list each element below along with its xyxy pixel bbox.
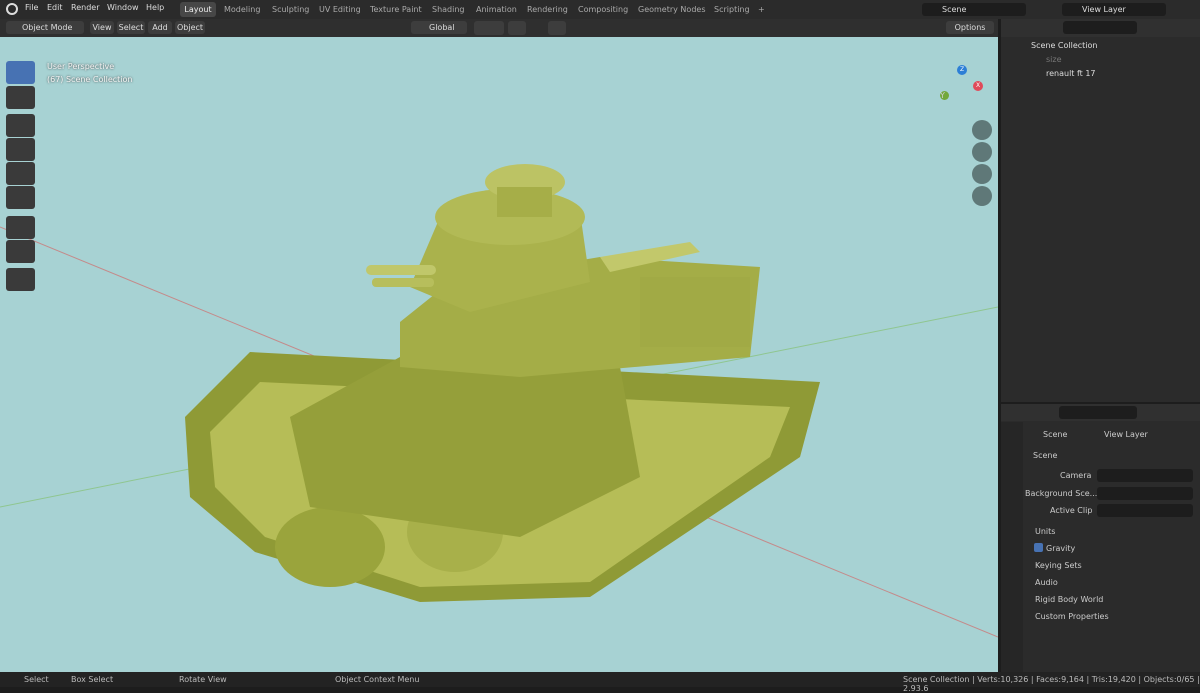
3d-viewport[interactable]: User Perspective (67) Scene Collection Z… [0,37,998,672]
zoom-icon[interactable] [972,120,992,140]
snap-icon[interactable] [508,21,526,35]
background-scene-label: Background Sce... [1025,489,1098,498]
outliner-item-renault[interactable]: renault ft 17 [1046,69,1096,78]
gravity-checkbox[interactable] [1034,543,1043,552]
units-section[interactable]: Units [1035,527,1055,536]
outliner-panel: Scene Collection size renault ft 17 [1001,19,1200,402]
menu-window[interactable]: Window [107,3,139,12]
blender-logo-icon[interactable] [6,3,18,15]
tab-geometry-nodes[interactable]: Geometry Nodes [634,2,709,17]
background-scene-field[interactable] [1097,487,1193,500]
cursor-tool-icon[interactable] [6,86,35,109]
tab-animation[interactable]: Animation [472,2,521,17]
active-clip-label: Active Clip [1050,506,1093,515]
active-clip-field[interactable] [1097,504,1193,517]
transform-tool-icon[interactable] [6,186,35,209]
status-stats: Scene Collection | Verts:10,326 | Faces:… [903,675,1200,693]
collection-label: (67) Scene Collection [47,75,133,84]
audio-section[interactable]: Audio [1035,578,1058,587]
keying-sets-section[interactable]: Keying Sets [1035,561,1082,570]
status-bar: Select Box Select Rotate View Object Con… [0,672,1200,693]
add-menu[interactable]: Add [148,21,172,34]
options-dropdown[interactable]: Options [946,21,994,34]
object-menu[interactable]: Object [175,21,205,34]
move-tool-icon[interactable] [6,114,35,137]
perspective-label: User Perspective [47,62,115,71]
viewport-header: Object Mode View Select Add Object Globa… [0,19,998,37]
status-rotate-view: Rotate View [179,675,227,684]
properties-tabs [1001,422,1023,672]
tab-compositing[interactable]: Compositing [574,2,632,17]
tab-texture-paint[interactable]: Texture Paint [366,2,426,17]
tab-uv-editing[interactable]: UV Editing [315,2,365,17]
camera-label: Camera [1060,471,1092,480]
tab-rendering[interactable]: Rendering [523,2,572,17]
properties-search-input[interactable] [1059,406,1137,419]
viewport-canvas [0,164,998,638]
mode-dropdown[interactable]: Object Mode [6,21,84,34]
select-menu[interactable]: Select [117,21,145,34]
rigid-body-world-section[interactable]: Rigid Body World [1035,595,1103,604]
tab-sculpting[interactable]: Sculpting [268,2,313,17]
view-layer-selector[interactable]: View Layer [1062,3,1166,16]
tab-modeling[interactable]: Modeling [220,2,264,17]
camera-view-icon[interactable] [972,164,992,184]
proportional-icon[interactable] [548,21,566,35]
menu-file[interactable]: File [25,3,38,12]
measure-tool-icon[interactable] [6,240,35,263]
scene-section-header[interactable]: Scene [1033,451,1057,460]
ortho-grid-icon[interactable] [972,186,992,206]
status-box-select: Box Select [71,675,114,684]
add-cube-tool-icon[interactable] [6,268,35,291]
menu-edit[interactable]: Edit [47,3,63,12]
status-select: Select [24,675,49,684]
rotate-tool-icon[interactable] [6,138,35,161]
properties-header [1001,404,1200,421]
menu-render[interactable]: Render [71,3,99,12]
navigation-gizmo[interactable]: Z X Y [935,62,990,117]
status-context-menu: Object Context Menu [335,675,420,684]
tab-layout[interactable]: Layout [180,2,216,17]
camera-field[interactable] [1097,469,1193,482]
outliner-scene-collection[interactable]: Scene Collection [1031,41,1098,50]
tab-scene-props[interactable]: Scene [1043,430,1067,439]
outliner-search-input[interactable] [1063,21,1137,34]
select-tool-icon[interactable] [6,61,35,84]
add-workspace-button[interactable]: + [754,2,769,17]
menu-help[interactable]: Help [146,3,164,12]
top-bar: File Edit Render Window Help Layout Mode… [0,0,1200,19]
tank-model [185,164,820,602]
scale-tool-icon[interactable] [6,162,35,185]
outliner-header [1001,19,1200,37]
tab-scripting[interactable]: Scripting [710,2,754,17]
transform-orientation[interactable]: Global [411,21,467,34]
gravity-section[interactable]: Gravity [1046,544,1075,553]
pivot-icon[interactable] [474,21,504,35]
tab-shading[interactable]: Shading [428,2,469,17]
outliner-item-size[interactable]: size [1046,55,1062,64]
properties-panel [1001,404,1200,672]
pan-hand-icon[interactable] [972,142,992,162]
tab-view-layer-props[interactable]: View Layer [1104,430,1148,439]
annotate-tool-icon[interactable] [6,216,35,239]
view-menu[interactable]: View [90,21,114,34]
custom-properties-section[interactable]: Custom Properties [1035,612,1109,621]
scene-selector[interactable]: Scene [922,3,1026,16]
